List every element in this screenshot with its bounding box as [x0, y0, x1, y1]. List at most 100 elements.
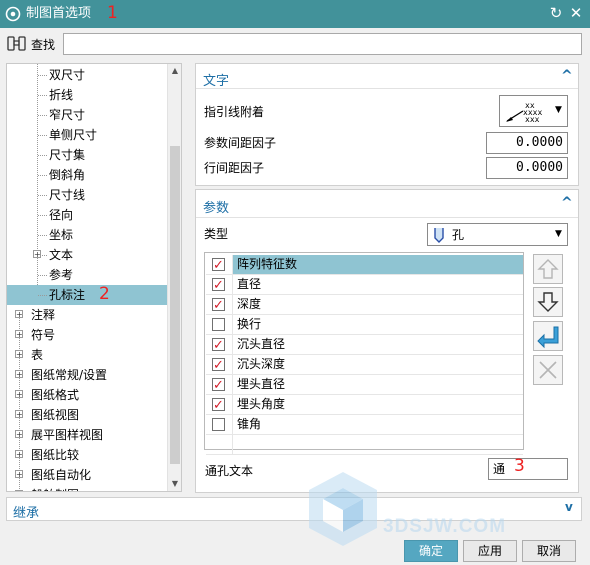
tree-item-child[interactable]: 窄尺寸: [7, 105, 168, 125]
add-new-line-button[interactable]: [533, 321, 563, 351]
param-label: 埋头角度: [232, 395, 523, 414]
tree-item-root[interactable]: + 注释: [7, 305, 168, 325]
line-spacing-input[interactable]: 0.0000: [486, 157, 568, 179]
annotation-marker-1: 1: [107, 3, 118, 23]
tree-item-child[interactable]: 双尺寸: [7, 65, 168, 85]
param-checkbox[interactable]: [212, 276, 225, 295]
refresh-icon[interactable]: ↻: [547, 4, 565, 22]
tree-connector: [38, 195, 47, 196]
tree-item-label: 单侧尺寸: [49, 128, 98, 142]
close-icon[interactable]: ✕: [567, 4, 585, 22]
tree-connector: [38, 95, 47, 96]
tree-connector: [38, 115, 47, 116]
expand-icon[interactable]: +: [15, 330, 23, 339]
tree-connector: [38, 75, 47, 76]
param-row[interactable]: 埋头直径: [206, 375, 523, 395]
divider: [196, 88, 578, 89]
expand-icon[interactable]: +: [33, 250, 41, 259]
leader-attach-dropdown[interactable]: xx xxxx xxx ▼: [499, 95, 568, 127]
tree-item-label: 孔标注: [49, 288, 86, 302]
tree-item-label: 参考: [49, 268, 74, 282]
tree-item-child[interactable]: 径向: [7, 205, 168, 225]
expand-icon[interactable]: +: [15, 410, 23, 419]
tree-scroll-thumb[interactable]: [170, 146, 180, 464]
tree-item-label: 径向: [49, 208, 74, 222]
expand-icon[interactable]: +: [15, 390, 23, 399]
tree-item-root[interactable]: + 图纸常规/设置: [7, 365, 168, 385]
move-up-button[interactable]: [533, 254, 563, 284]
move-down-button[interactable]: [533, 287, 563, 317]
tree-item-root[interactable]: + 展平图样视图: [7, 425, 168, 445]
param-label: 埋头直径: [232, 375, 523, 394]
param-checkbox[interactable]: [212, 356, 225, 375]
tree-item-child[interactable]: 尺寸线: [7, 185, 168, 205]
param-row[interactable]: 沉头深度: [206, 355, 523, 375]
param-row[interactable]: 换行: [206, 315, 523, 335]
tree-item-label: 尺寸线: [49, 188, 86, 202]
param-label: 沉头直径: [232, 335, 523, 354]
type-value: 孔: [452, 228, 465, 242]
tree-item-child[interactable]: 坐标: [7, 225, 168, 245]
tree-item-child[interactable]: 孔标注 2: [7, 284, 168, 305]
param-row[interactable]: 锥角: [206, 415, 523, 435]
cancel-button[interactable]: 取消: [522, 540, 576, 562]
param-row[interactable]: 埋头角度: [206, 395, 523, 415]
tree-item-root[interactable]: + 图纸视图: [7, 405, 168, 425]
tree-item-root[interactable]: + 符号: [7, 325, 168, 345]
param-checkbox[interactable]: [212, 418, 225, 431]
through-text-label: 通孔文本: [205, 464, 254, 478]
panel-scrollbar[interactable]: [581, 63, 589, 493]
search-input[interactable]: [63, 33, 582, 55]
expand-icon[interactable]: +: [15, 430, 23, 439]
tree-item-label: 倒斜角: [49, 168, 86, 182]
expand-icon[interactable]: +: [15, 370, 23, 379]
scroll-up-arrow-icon[interactable]: ▲: [168, 65, 181, 77]
expand-icon[interactable]: +: [15, 470, 23, 479]
collapse-caret-icon[interactable]: ^: [561, 195, 573, 211]
text-panel-title: 文字: [203, 74, 230, 89]
remove-button[interactable]: [533, 355, 563, 385]
param-row[interactable]: 沉头直径: [206, 335, 523, 355]
expand-icon[interactable]: +: [15, 310, 23, 319]
param-checkbox[interactable]: [212, 396, 225, 415]
search-label: 查找: [31, 38, 56, 52]
param-row[interactable]: 直径: [206, 275, 523, 295]
tree-item-label: 图纸视图: [31, 408, 80, 422]
expand-icon[interactable]: +: [15, 350, 23, 359]
tree-item-root[interactable]: + 表: [7, 345, 168, 365]
param-checkbox[interactable]: [212, 318, 225, 331]
param-checkbox[interactable]: [212, 256, 225, 275]
collapse-caret-icon[interactable]: ^: [561, 68, 573, 84]
expand-icon[interactable]: +: [15, 450, 23, 459]
ok-button[interactable]: 确定: [404, 540, 458, 562]
tree-item-label: 文本: [49, 248, 74, 262]
param-checkbox[interactable]: [212, 336, 225, 355]
tree-item-child[interactable]: 参考: [7, 265, 168, 285]
tree-item-child[interactable]: 单侧尺寸: [7, 125, 168, 145]
tree-item-child[interactable]: 折线: [7, 85, 168, 105]
tree-item-child[interactable]: + 文本: [7, 245, 168, 265]
tree-rows: 双尺寸 折线 窄尺寸单侧尺寸尺寸集倒斜角尺寸线径向坐标 + 文本参考孔标注 2 + 注释 + 符号…: [7, 64, 168, 491]
tree-item-label: 表: [31, 348, 44, 362]
type-dropdown[interactable]: 孔 ▼: [427, 223, 568, 246]
tree-item-root[interactable]: + 图纸格式: [7, 385, 168, 405]
param-row[interactable]: 深度: [206, 295, 523, 315]
scroll-down-arrow-icon[interactable]: ▼: [168, 478, 181, 490]
expand-chevron-icon[interactable]: v: [565, 500, 573, 514]
apply-button[interactable]: 应用: [463, 540, 517, 562]
param-checkbox[interactable]: [212, 296, 225, 315]
inherit-title: 继承: [13, 506, 40, 521]
expand-icon[interactable]: +: [15, 490, 23, 491]
param-checkbox[interactable]: [212, 376, 225, 395]
tree-scrollbar[interactable]: ▲ ▼: [167, 64, 181, 491]
tree-item-root[interactable]: + 图纸自动化: [7, 465, 168, 485]
param-row-empty[interactable]: [206, 435, 523, 455]
param-spacing-input[interactable]: 0.0000: [486, 132, 568, 154]
tree-item-root[interactable]: + 图纸比较: [7, 445, 168, 465]
watermark-cube-logo: [309, 472, 377, 546]
tree-item-label: 船舶制图: [31, 485, 79, 491]
tree-item-root[interactable]: + 船舶制图: [7, 485, 168, 491]
param-row[interactable]: 阵列特征数: [206, 255, 523, 275]
tree-item-child[interactable]: 尺寸集: [7, 145, 168, 165]
tree-item-child[interactable]: 倒斜角: [7, 165, 168, 185]
